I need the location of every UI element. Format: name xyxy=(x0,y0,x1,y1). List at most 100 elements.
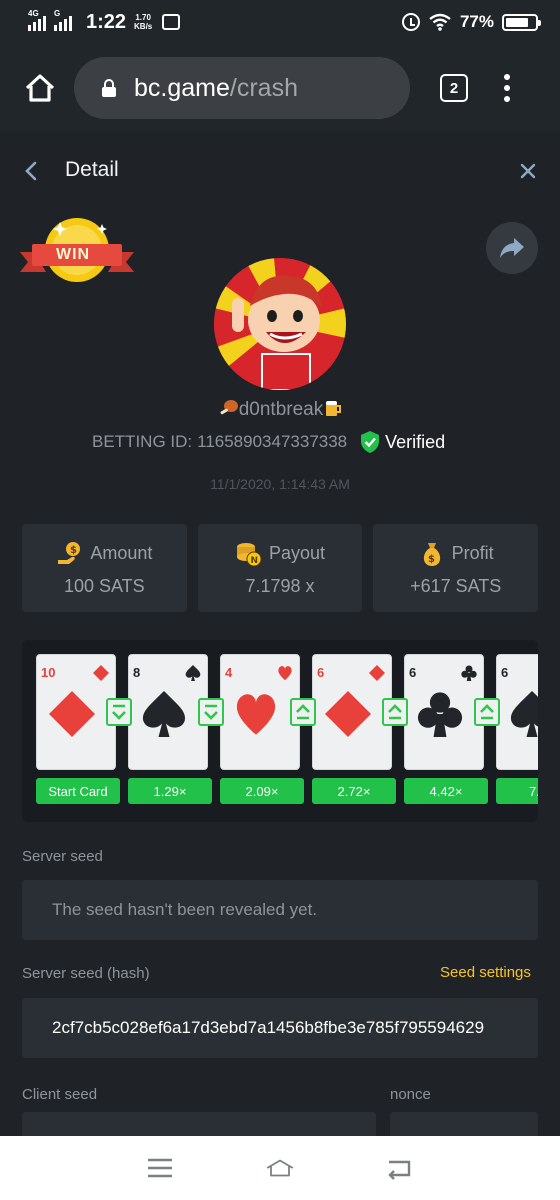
battery-percentage: 77% xyxy=(459,12,494,31)
lower-guess-icon xyxy=(106,698,132,726)
stat-amount: $ Amount 100 SATS xyxy=(22,524,187,612)
spade-icon xyxy=(185,665,201,686)
url-path: /crash xyxy=(229,73,298,102)
playing-card: 6 xyxy=(404,654,484,770)
multiplier-badge: 2.72× xyxy=(312,778,396,804)
notification-icon xyxy=(162,14,181,30)
url-host: bc.game xyxy=(134,73,230,102)
card-rank: 4 xyxy=(225,665,233,680)
higher-guess-icon xyxy=(290,698,316,726)
win-badge: WIN xyxy=(18,216,136,286)
heart-icon xyxy=(277,665,293,686)
detail-title: Detail xyxy=(65,158,119,181)
back-arrow-icon xyxy=(388,1160,411,1180)
playing-card: 4 xyxy=(220,654,300,770)
menu-lines-icon xyxy=(148,1158,172,1178)
playing-card: 10 xyxy=(36,654,116,770)
network-speed-value: 1.70 xyxy=(135,13,151,22)
start-card-label: Start Card xyxy=(36,778,120,804)
stat-profit-value: +617 SATS xyxy=(410,575,502,596)
card-rank: 10 xyxy=(41,665,56,680)
home-icon xyxy=(25,74,55,102)
win-label: WIN xyxy=(56,246,91,263)
heart-large-icon xyxy=(233,691,279,742)
back-button[interactable] xyxy=(22,160,42,182)
network-speed-unit: KB/s xyxy=(134,22,153,31)
recent-apps-button[interactable] xyxy=(145,1153,175,1183)
seed-settings-link[interactable]: Seed settings xyxy=(440,964,531,981)
club-large-icon xyxy=(417,691,463,742)
drumstick-icon xyxy=(220,400,238,415)
browser-toolbar: bc.game/crash 2 xyxy=(0,44,560,132)
detail-header: Detail xyxy=(0,132,560,210)
android-nav-bar xyxy=(0,1136,560,1200)
svg-text:$: $ xyxy=(428,554,435,565)
bet-timestamp: 11/1/2020, 1:14:43 AM xyxy=(210,476,350,492)
money-hand-icon: $ xyxy=(58,541,81,564)
home-button[interactable] xyxy=(22,70,58,106)
signal-strength-icon: 4G xyxy=(28,9,46,31)
alarm-icon xyxy=(401,13,420,31)
diamond-icon xyxy=(93,665,109,686)
network-type-label: 4G xyxy=(28,9,39,18)
server-seed-hash-field[interactable]: 2cf7cb5c028ef6a17d3ebd7a1456b8fbe3e785f7… xyxy=(22,998,538,1058)
wifi-icon xyxy=(429,13,451,31)
stat-payout-label: Payout xyxy=(268,543,326,563)
address-bar[interactable]: bc.game/crash xyxy=(74,57,410,119)
cards-history: 10 8 4 6 6 6 Start Card 1.29× 2.09× 2.72× 4.42× 7.… xyxy=(22,640,538,822)
card-rank: 6 xyxy=(501,665,509,680)
card-rank: 8 xyxy=(133,665,141,680)
back-nav-button[interactable] xyxy=(385,1153,415,1183)
stat-payout: N Payout 7.1798 x xyxy=(197,524,363,612)
beer-icon xyxy=(326,401,342,416)
close-button[interactable] xyxy=(518,161,538,181)
nonce-label: nonce xyxy=(390,1086,431,1103)
share-button[interactable] xyxy=(486,222,538,274)
playing-card: 8 xyxy=(128,654,208,770)
lock-icon xyxy=(102,79,116,97)
bet-detail-panel: Detail WIN d0ntbreak BETTING ID: 1165890… xyxy=(0,132,560,1136)
higher-guess-icon xyxy=(382,698,408,726)
svg-text:N: N xyxy=(250,556,258,566)
signal-strength-icon-2: G xyxy=(54,9,72,31)
diamond-icon xyxy=(369,665,385,686)
server-seed-label: Server seed xyxy=(22,848,103,865)
browser-menu-button[interactable] xyxy=(504,74,510,102)
stat-payout-value: 7.1798 x xyxy=(245,575,315,596)
username-text: d0ntbreak xyxy=(238,399,324,420)
share-arrow-icon xyxy=(500,238,524,258)
multiplier-badge: 2.09× xyxy=(220,778,304,804)
money-bag-icon: $ xyxy=(423,542,440,566)
card-rank: 6 xyxy=(317,665,325,680)
server-seed-value: The seed hasn't been revealed yet. xyxy=(52,900,318,919)
username: d0ntbreak xyxy=(0,398,560,421)
battery-level-fill xyxy=(506,17,528,27)
betting-id-row: BETTING ID: 1165890347337338 Verified xyxy=(92,430,445,454)
status-bar: 4G G 1:22 1.70 KB/s 77% xyxy=(0,0,560,44)
network-type-label-2: G xyxy=(54,9,61,18)
avatar xyxy=(214,258,346,390)
nonce-field[interactable] xyxy=(390,1112,538,1136)
spade-large-icon xyxy=(141,691,187,742)
home-outline-icon xyxy=(266,1159,294,1177)
higher-guess-icon xyxy=(474,698,500,726)
tab-switcher-button[interactable]: 2 xyxy=(440,74,468,102)
server-seed-hash-value: 2cf7cb5c028ef6a17d3ebd7a1456b8fbe3e785f7… xyxy=(52,1018,485,1037)
verified-label: Verified xyxy=(385,431,446,452)
home-nav-button[interactable] xyxy=(265,1153,295,1183)
betting-id-label: BETTING ID: xyxy=(92,432,193,451)
server-seed-field: The seed hasn't been revealed yet. xyxy=(22,880,538,940)
shield-check-icon xyxy=(361,431,380,453)
coins-icon: N xyxy=(236,542,262,566)
bet-stats: $ Amount 100 SATS N Payout 7.1798 x $ Pr… xyxy=(22,524,539,612)
multiplier-badge: 4.42× xyxy=(404,778,488,804)
network-speed: 1.70 KB/s xyxy=(134,13,152,31)
client-seed-field[interactable] xyxy=(22,1112,376,1136)
stat-profit-label: Profit xyxy=(451,543,494,563)
multiplier-badge: 1.29× xyxy=(128,778,212,804)
betting-id-value: 1165890347337338 xyxy=(197,432,348,451)
card-rank: 6 xyxy=(409,665,417,680)
clock: 1:22 xyxy=(86,10,127,33)
stat-amount-value: 100 SATS xyxy=(63,575,145,596)
spade-large-icon xyxy=(509,691,538,742)
